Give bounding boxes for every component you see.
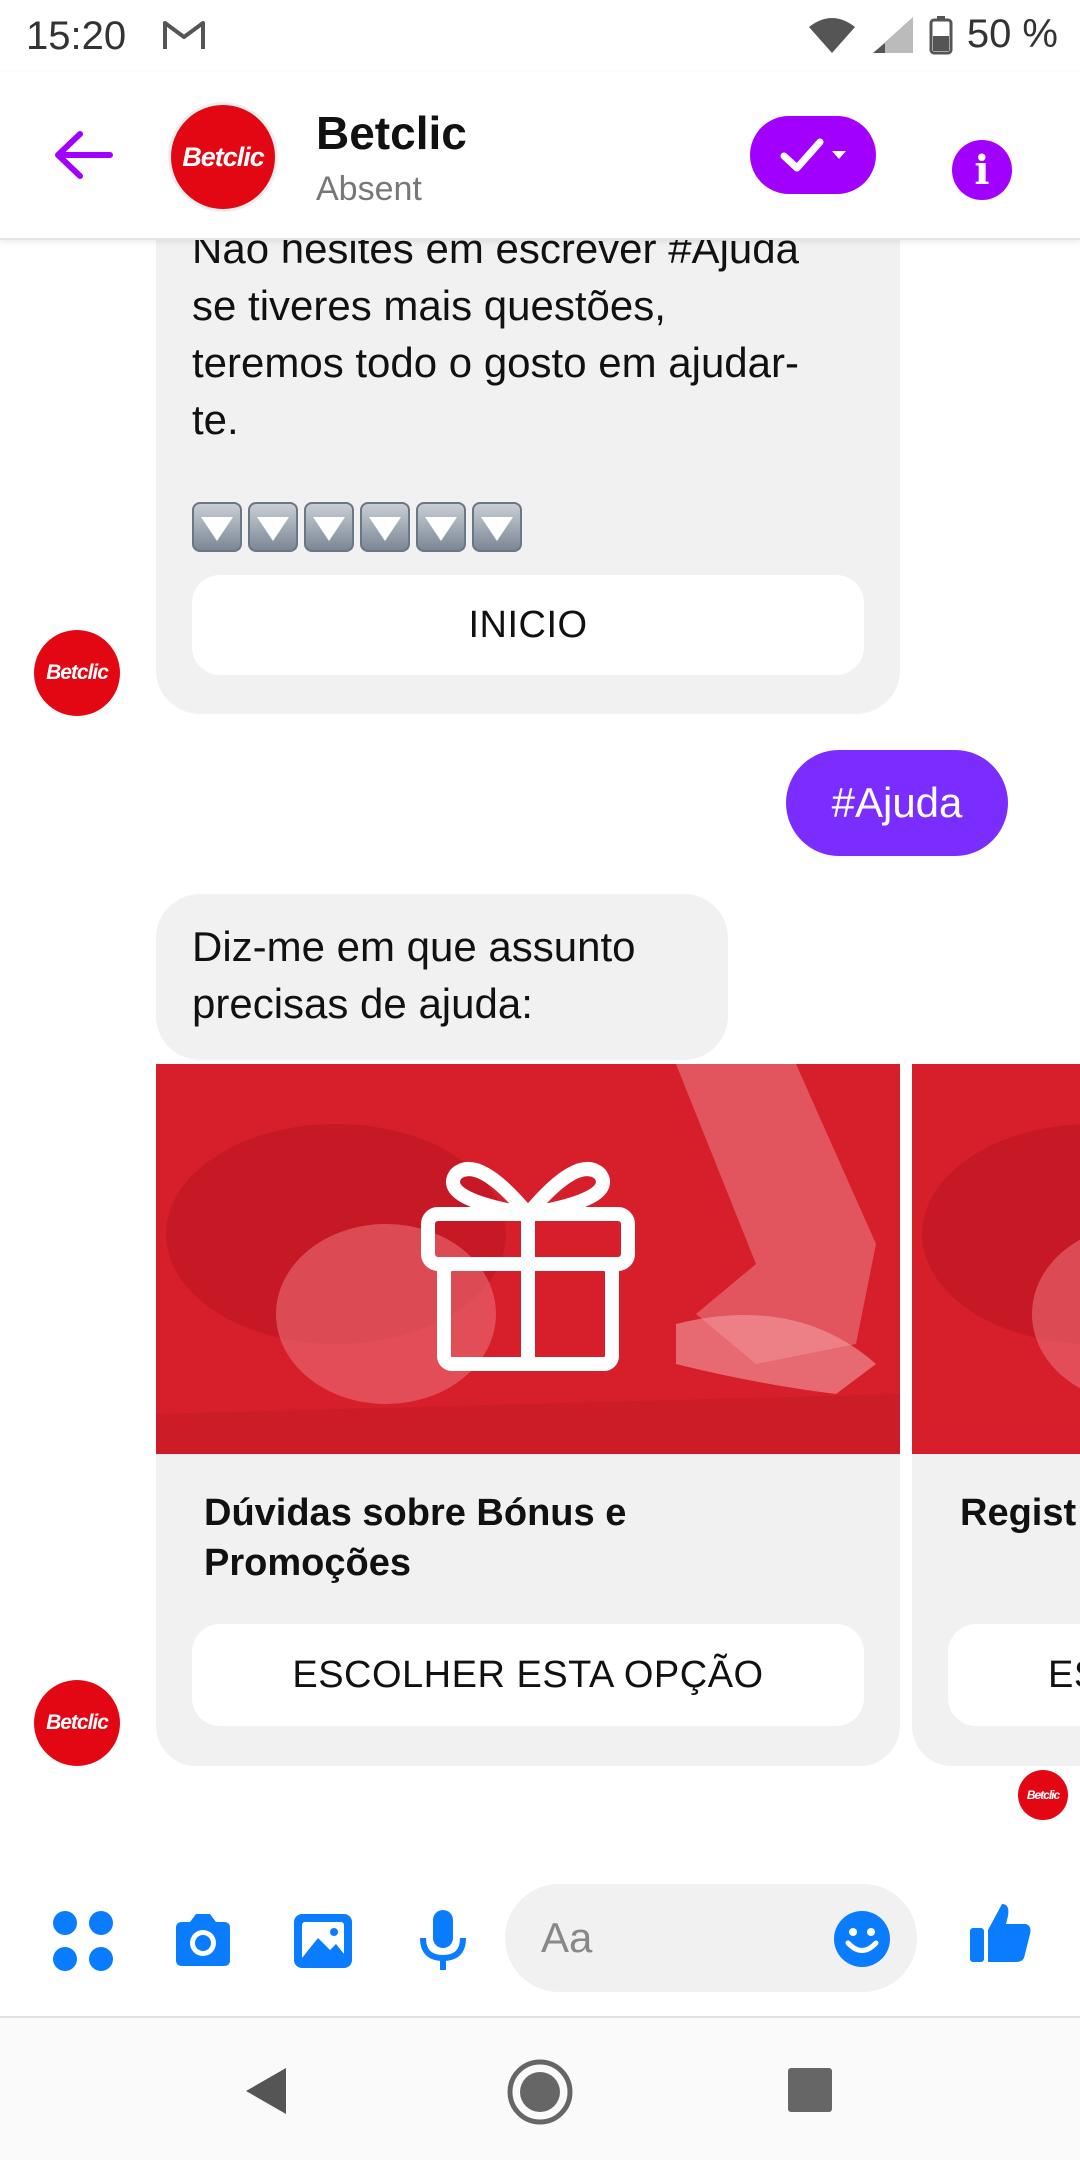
bot-message-bubble: Diz-me em que assunto precisas de ajuda: bbox=[156, 894, 728, 1060]
status-bar: 15:20 50 % bbox=[0, 0, 1080, 72]
gift-icon bbox=[421, 1162, 635, 1371]
contact-name[interactable]: Betclic bbox=[316, 106, 467, 160]
betclic-logo: Betclic bbox=[182, 141, 265, 172]
down-triangle-icon bbox=[416, 502, 466, 552]
contact-status: Absent bbox=[316, 170, 422, 208]
bot-message-text: Diz-me em que assunto precisas de ajuda: bbox=[192, 923, 636, 1027]
inicio-button[interactable]: INICIO bbox=[192, 575, 864, 675]
card-title: Regist bbox=[960, 1492, 1077, 1534]
microphone-icon[interactable] bbox=[410, 1908, 476, 1974]
carousel-card: Dúvidas sobre Bónus e Promoções ESCOLHER… bbox=[156, 1064, 900, 1766]
message-list[interactable]: Não hesites em escrever #Ajuda se tivere… bbox=[0, 240, 1080, 1840]
nav-home-icon[interactable] bbox=[506, 2058, 574, 2126]
choose-option-button[interactable]: ESCOLHER ESTA OPÇÃO bbox=[192, 1624, 864, 1726]
message-input-container[interactable] bbox=[505, 1884, 917, 1992]
emoji-row bbox=[192, 502, 522, 552]
contact-avatar[interactable]: Betclic bbox=[168, 102, 278, 212]
composer-bar bbox=[0, 1840, 1080, 2018]
image-icon[interactable] bbox=[290, 1908, 356, 1974]
camera-icon[interactable] bbox=[170, 1908, 236, 1974]
chat-header: Betclic Betclic Absent i bbox=[0, 72, 1080, 240]
down-triangle-icon bbox=[472, 502, 522, 552]
back-arrow-icon[interactable] bbox=[50, 122, 116, 188]
card-image bbox=[912, 1064, 1080, 1454]
read-receipt-avatar: Betclic bbox=[1018, 1770, 1068, 1820]
mark-done-button[interactable] bbox=[750, 116, 876, 194]
down-triangle-icon bbox=[360, 502, 410, 552]
system-nav-bar bbox=[0, 2018, 1080, 2160]
info-icon[interactable]: i bbox=[952, 140, 1012, 200]
chevron-down-icon bbox=[832, 151, 846, 159]
betclic-logo: Betclic bbox=[1026, 1788, 1060, 1802]
bot-avatar: Betclic bbox=[34, 630, 120, 716]
nav-recents-icon[interactable] bbox=[786, 2066, 834, 2114]
card-title: Dúvidas sobre Bónus e Promoções bbox=[204, 1492, 627, 1584]
status-right: 50 % bbox=[807, 12, 1058, 57]
message-input[interactable] bbox=[541, 1908, 821, 1968]
nav-back-icon[interactable] bbox=[240, 2064, 290, 2118]
status-time: 15:20 bbox=[26, 14, 127, 58]
emoji-icon[interactable] bbox=[833, 1910, 891, 1968]
battery-percent: 50 % bbox=[966, 12, 1058, 56]
down-triangle-icon bbox=[248, 502, 298, 552]
card-image bbox=[156, 1064, 900, 1454]
check-icon bbox=[780, 138, 824, 172]
bot-message-bubble: Não hesites em escrever #Ajuda se tivere… bbox=[156, 240, 900, 714]
betclic-logo: Betclic bbox=[46, 661, 109, 684]
down-triangle-icon bbox=[192, 502, 242, 552]
battery-icon bbox=[929, 15, 953, 54]
carousel-card: Regist ES bbox=[912, 1064, 1080, 1766]
bot-avatar: Betclic bbox=[34, 1680, 120, 1766]
choose-option-button[interactable]: ES bbox=[948, 1624, 1080, 1726]
user-message-bubble: #Ajuda bbox=[786, 750, 1008, 856]
soccer-background-image bbox=[912, 1064, 1080, 1454]
apps-icon[interactable] bbox=[50, 1908, 116, 1974]
betclic-logo: Betclic bbox=[46, 1711, 109, 1734]
wifi-icon bbox=[808, 17, 855, 53]
bot-message-text: Não hesites em escrever #Ajuda se tivere… bbox=[192, 240, 799, 443]
thumbs-up-icon[interactable] bbox=[968, 1900, 1034, 1966]
signal-icon bbox=[872, 16, 913, 53]
gmail-icon bbox=[163, 21, 205, 49]
down-triangle-icon bbox=[304, 502, 354, 552]
